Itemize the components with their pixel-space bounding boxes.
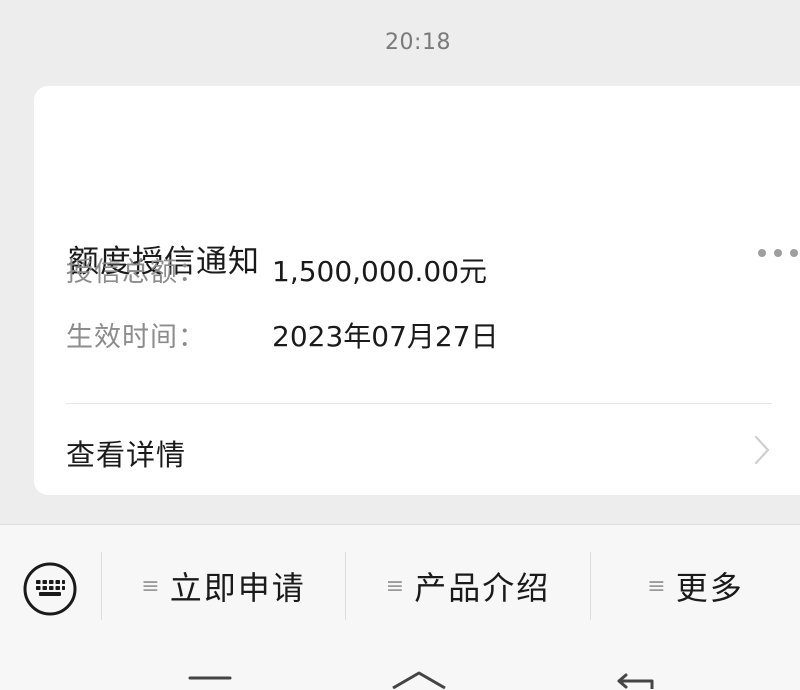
menu-lines-icon: ≡ bbox=[141, 573, 160, 599]
menu-item-product-intro[interactable]: ≡ 产品介绍 bbox=[346, 552, 590, 620]
view-details-link[interactable]: 查看详情 bbox=[34, 404, 800, 495]
effective-date-label: 生效时间： bbox=[66, 322, 206, 353]
message-timestamp: 20:18 bbox=[385, 30, 451, 55]
credit-amount-label: 授信总额： bbox=[66, 257, 206, 288]
chevron-right-icon bbox=[754, 435, 770, 465]
credit-amount-value: 1,500,000.00元 bbox=[272, 255, 488, 288]
menu-lines-icon: ≡ bbox=[647, 573, 666, 599]
keyboard-icon[interactable] bbox=[22, 561, 78, 617]
menu-item-label: 产品介绍 bbox=[414, 569, 551, 607]
menu-item-label: 立即申请 bbox=[169, 569, 306, 607]
chat-area: 20:18 额度授信通知 授信总额： 1,500,000.00元 生效时间： 2… bbox=[0, 0, 800, 524]
view-details-label: 查看详情 bbox=[66, 438, 187, 472]
system-nav-bar bbox=[0, 664, 800, 689]
menu-item-label: 更多 bbox=[675, 569, 744, 607]
menu-lines-icon: ≡ bbox=[385, 573, 405, 599]
more-options-icon[interactable] bbox=[758, 248, 798, 258]
menu-icon[interactable] bbox=[188, 674, 232, 689]
home-icon[interactable] bbox=[390, 670, 448, 689]
menu-item-more[interactable]: ≡ 更多 bbox=[591, 552, 800, 620]
back-icon[interactable] bbox=[612, 672, 658, 689]
menu-item-apply[interactable]: ≡ 立即申请 bbox=[102, 552, 345, 620]
effective-date-value: 2023年07月27日 bbox=[272, 320, 499, 353]
